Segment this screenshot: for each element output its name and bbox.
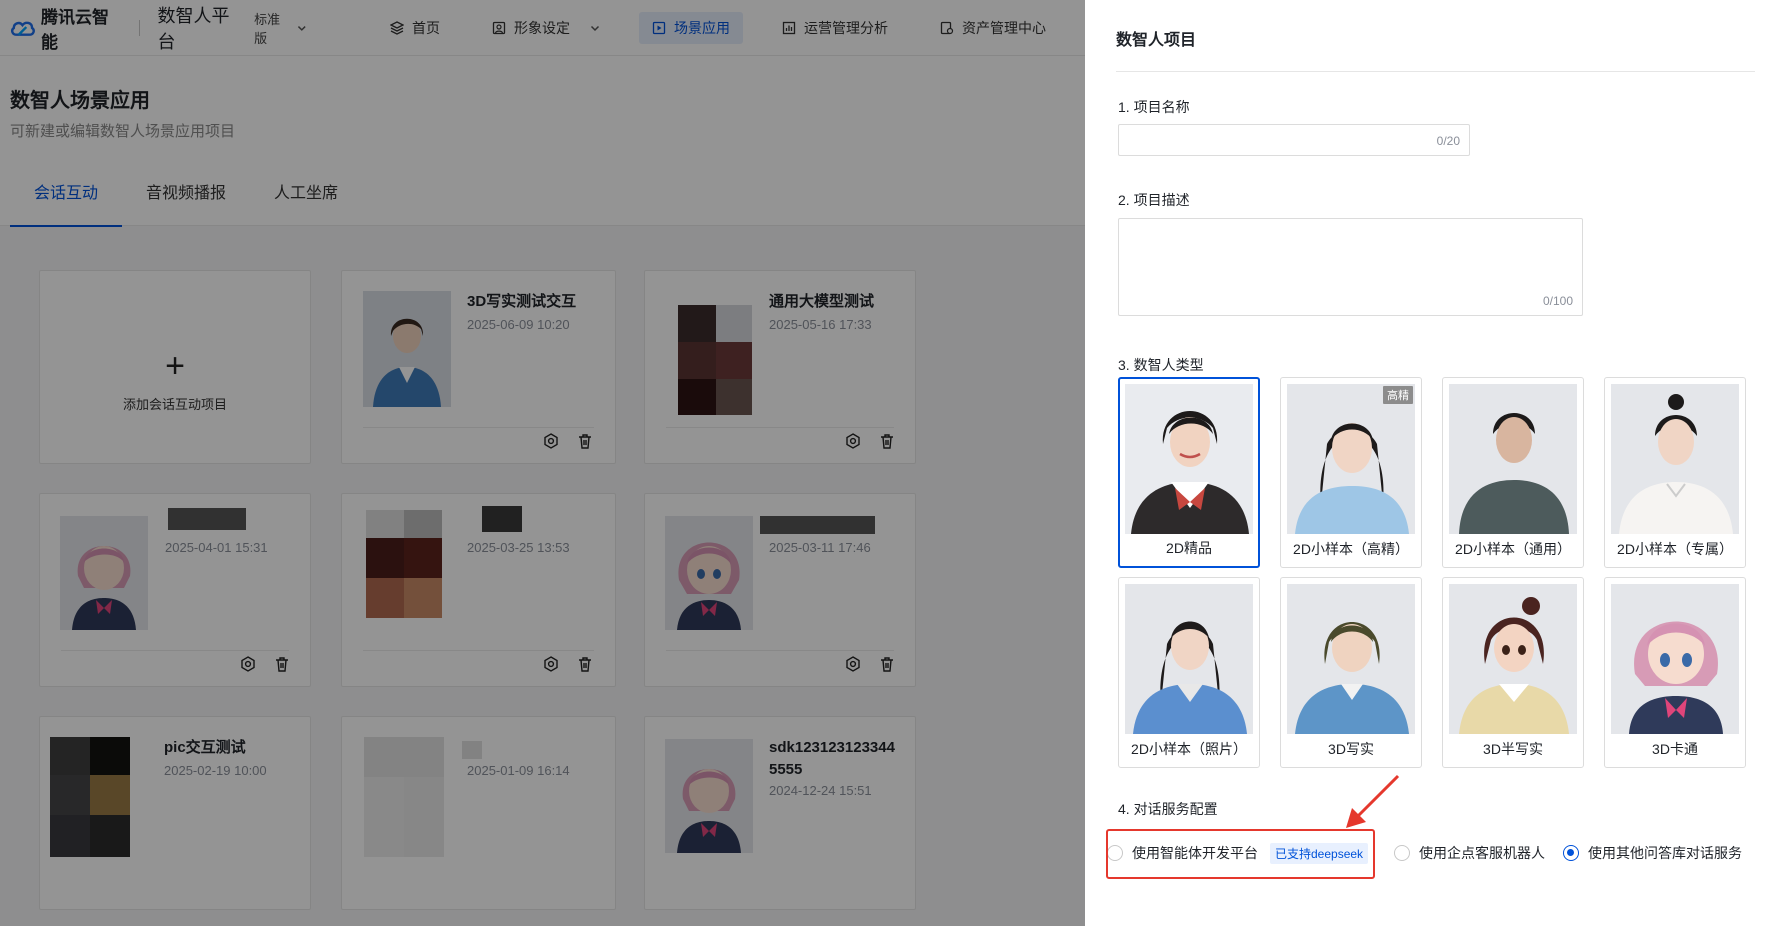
radio-qidian-bot[interactable]: 使用企点客服机器人 — [1394, 843, 1545, 863]
avatar-image — [1611, 584, 1739, 734]
avatar-option-2d-premium[interactable]: 2D精品 — [1118, 377, 1260, 568]
avatar-image — [1449, 584, 1577, 734]
avatar-label: 2D精品 — [1166, 540, 1212, 556]
avatar-image — [1287, 384, 1415, 534]
avatar-option-2d-sample-exclusive[interactable]: 2D小样本（专属） — [1604, 377, 1746, 568]
project-desc-label: 2. 项目描述 — [1118, 192, 1190, 208]
avatar-label: 2D小样本（专属） — [1617, 541, 1733, 557]
annotation-arrow-icon — [1346, 774, 1400, 828]
avatar-image — [1125, 384, 1253, 534]
avatar-option-2d-sample-hd[interactable]: 高精 2D小样本（高精） — [1280, 377, 1422, 568]
radio-indicator — [1394, 845, 1411, 861]
radio-other-qa-service[interactable]: 使用其他问答库对话服务 — [1563, 843, 1742, 863]
drawer-divider — [1116, 71, 1755, 72]
project-name-input[interactable]: 0/20 — [1118, 124, 1470, 156]
project-name-label: 1. 项目名称 — [1118, 99, 1190, 115]
hd-badge: 高精 — [1383, 386, 1413, 404]
avatar-label: 2D小样本（照片） — [1131, 741, 1247, 757]
avatar-image — [1449, 384, 1577, 534]
modal-overlay[interactable] — [0, 0, 1085, 926]
drawer-title: 数智人项目 — [1116, 32, 1197, 49]
avatar-label: 2D小样本（通用） — [1455, 541, 1571, 557]
avatar-image — [1287, 584, 1415, 734]
avatar-label: 3D卡通 — [1652, 741, 1698, 757]
avatar-label: 3D写实 — [1328, 741, 1374, 757]
project-name-counter: 0/20 — [1436, 134, 1460, 148]
project-drawer: 数智人项目 1. 项目名称 0/20 2. 项目描述 0/100 3. 数智人类… — [1085, 0, 1771, 926]
radio-label: 使用企点客服机器人 — [1419, 845, 1546, 861]
avatar-label: 3D半写实 — [1483, 741, 1543, 757]
radio-label: 使用其他问答库对话服务 — [1588, 845, 1743, 861]
avatar-option-3d-realistic[interactable]: 3D写实 — [1280, 577, 1422, 768]
avatar-label: 2D小样本（高精） — [1293, 541, 1409, 557]
annotation-highlight-box — [1106, 829, 1375, 879]
radio-indicator-checked — [1563, 845, 1580, 861]
avatar-option-3d-cartoon[interactable]: 3D卡通 — [1604, 577, 1746, 768]
avatar-option-2d-sample-general[interactable]: 2D小样本（通用） — [1442, 377, 1584, 568]
avatar-option-3d-semi-realistic[interactable]: 3D半写实 — [1442, 577, 1584, 768]
avatar-image — [1611, 384, 1739, 534]
avatar-image — [1125, 584, 1253, 734]
avatar-option-2d-sample-photo[interactable]: 2D小样本（照片） — [1118, 577, 1260, 768]
project-desc-textarea[interactable]: 0/100 — [1118, 218, 1583, 316]
project-desc-counter: 0/100 — [1542, 294, 1573, 308]
avatar-type-label: 3. 数智人类型 — [1118, 357, 1204, 373]
dialog-service-label: 4. 对话服务配置 — [1118, 801, 1218, 817]
